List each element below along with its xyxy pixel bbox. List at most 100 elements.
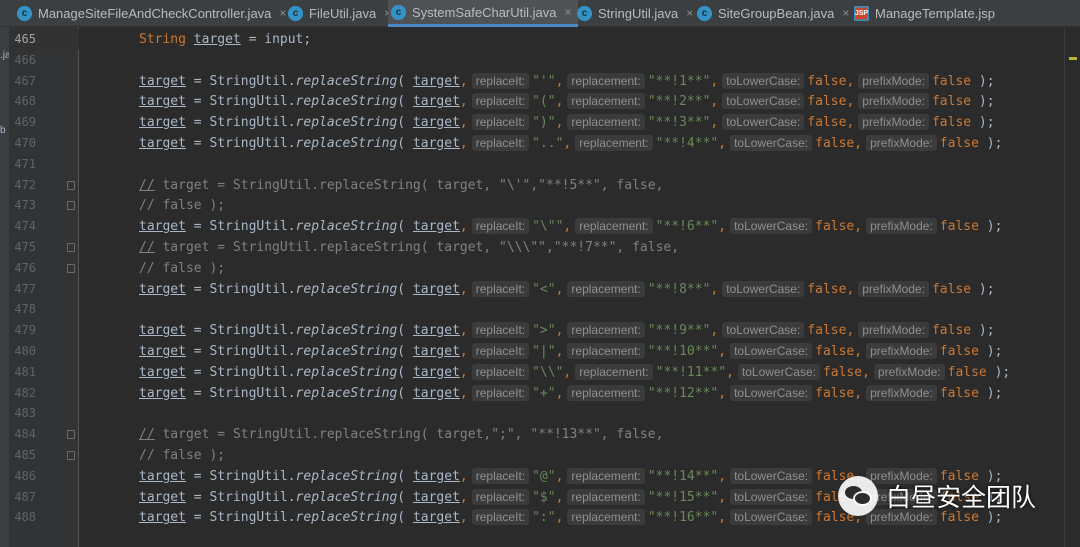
comma: , [710,115,719,131]
close-icon[interactable]: × [842,6,849,20]
var-target: target [139,364,186,380]
comma: , [846,73,855,89]
var-target: target [139,323,186,339]
comma: , [710,73,719,89]
param-hint: replacement: [567,343,645,359]
comma: , [459,94,468,110]
code-text: String target = input; [139,32,312,47]
param-hint: toLowerCase: [722,280,805,297]
param-hint: replacement: [567,384,645,401]
tab-label: FileUtil.java [309,5,377,21]
comma: , [718,489,727,505]
method-name: replaceString [295,281,398,297]
assign-op: = [185,219,210,235]
param-hint: replacement: [567,509,645,526]
comma: , [459,344,468,359]
paren-close: ); [971,115,995,131]
close-icon[interactable]: × [279,6,286,20]
close-icon[interactable]: × [686,6,693,20]
var-target: target [412,73,460,89]
line-number: 479 [14,323,36,338]
line-number: 486 [14,468,36,483]
fold-marker-icon[interactable] [67,180,75,190]
comma: , [555,94,564,110]
param-hint: prefixMode: [866,343,937,359]
comma: , [710,323,719,339]
param-hint: toLowerCase: [737,363,820,380]
var-target: target [412,94,460,110]
paren-close: ); [986,364,1011,380]
project-tool-strip[interactable]: .ja b [0,27,11,547]
code-comment: // false ); [139,198,226,214]
param-hint: replaceIt: [471,135,530,151]
tab-2[interactable]: c SystemSafeCharUtil.java × [388,0,578,27]
tab-1[interactable]: cFileUtil.java× [288,0,391,26]
code-line: target = StringUtil.replaceString( targe… [139,322,995,340]
tab-4[interactable]: c SiteGroupBean.java × [697,0,849,26]
keyword-false: false [807,115,847,131]
paren-close: ); [978,136,1003,151]
comma: , [459,115,468,131]
fold-marker-icon[interactable] [67,201,75,211]
paren-open: ( [397,468,413,484]
method-name: replaceString [295,489,398,505]
comma: , [459,136,468,151]
string-literal: "**!9**" [647,323,711,339]
comma: , [718,136,727,151]
var-target: target [412,344,460,359]
param-hint: prefixMode: [866,135,937,151]
class-ref: StringUtil. [209,94,296,110]
close-icon[interactable]: × [565,5,572,19]
var-target: target [412,364,460,380]
method-name: replaceString [295,364,398,380]
side-fragment-2: b [0,125,6,136]
code-comment: // false ); [139,448,226,463]
tab-5[interactable]: JSP ManageTemplate.jsp [854,0,995,26]
method-name: replaceString [295,73,398,89]
tab-3[interactable]: c StringUtil.java × [577,0,693,26]
paren-close: ); [971,73,995,89]
comma: , [555,323,564,339]
paren-open: ( [397,344,413,359]
paren-open: ( [397,323,413,339]
paren-close: ); [971,323,995,339]
param-hint: toLowerCase: [730,488,813,505]
tab-label: SiteGroupBean.java [718,5,835,21]
line-number: 471 [14,156,36,171]
fold-marker-icon[interactable] [67,430,75,440]
param-hint: replacement: [575,363,653,380]
line-number: 470 [14,136,36,150]
line-number: 476 [14,260,36,275]
code-line: target = StringUtil.replaceString( targe… [139,363,1011,382]
tab-0[interactable]: c ManageSiteFileAndCheckController.java × [17,0,286,26]
var-target: target [412,468,460,484]
class-ref: StringUtil. [209,510,296,526]
comma: , [459,468,468,484]
keyword-false: false [815,219,855,235]
editor-scrollbar[interactable] [1064,27,1080,547]
paren-open: ( [397,281,413,297]
java-class-icon: c [577,5,592,21]
var-target: target [412,323,460,339]
param-hint: toLowerCase: [730,509,813,526]
comma: , [459,323,468,339]
comma: , [726,364,734,380]
string-literal: "**!10**" [647,344,719,359]
var-target: target [139,489,186,505]
method-name: replaceString [295,468,398,484]
comma: , [459,364,468,380]
string-literal: "**!15**" [647,489,719,505]
class-ref: StringUtil. [209,219,296,235]
fold-marker-icon[interactable] [67,451,75,460]
comma: , [718,468,727,484]
var-target: target [139,385,186,401]
string-literal: "(" [532,94,556,110]
fold-marker-icon[interactable] [67,243,75,252]
method-name: replaceString [295,385,398,401]
line-number: 483 [14,406,36,421]
comma: , [718,219,727,235]
method-name: replaceString [295,219,398,235]
assign-op: = [185,73,210,89]
fold-marker-icon[interactable] [67,263,75,273]
param-hint: replaceIt: [471,218,530,235]
